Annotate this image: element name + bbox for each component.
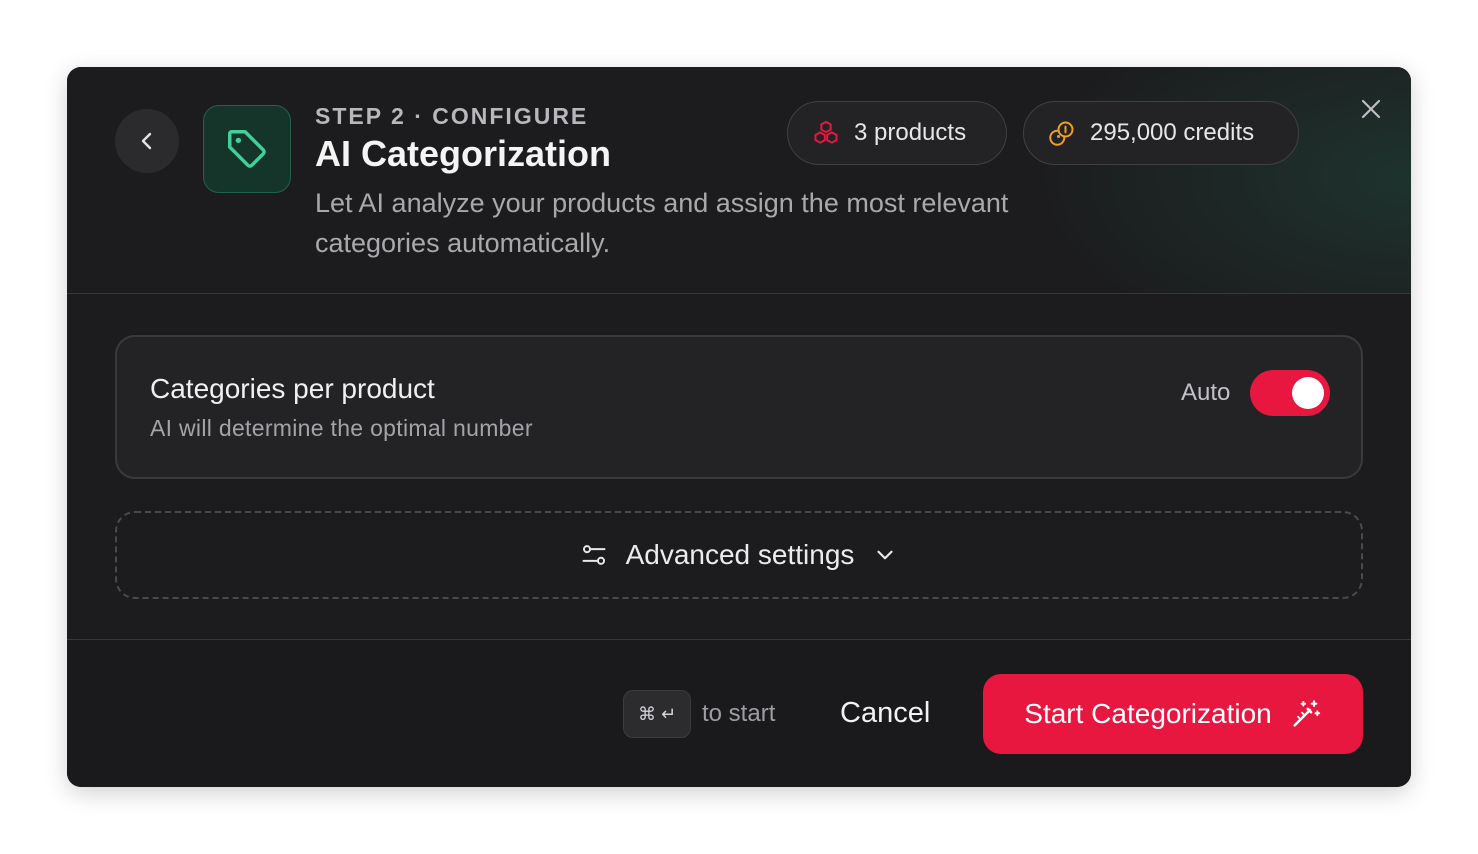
page-title: AI Categorization	[315, 133, 612, 174]
magic-wand-icon	[1293, 700, 1320, 727]
cancel-button[interactable]: Cancel	[840, 697, 930, 730]
shortcut-hint: to start	[702, 700, 776, 727]
advanced-settings-label: Advanced settings	[625, 539, 855, 570]
modal-body: Categories per product AI will determine…	[67, 295, 1411, 639]
chevron-left-icon	[141, 132, 152, 150]
close-button[interactable]	[1355, 93, 1387, 125]
sliders-icon	[582, 545, 606, 565]
tag-icon-container	[203, 105, 291, 193]
step-label: STEP 2 · CONFIGURE	[315, 103, 589, 129]
cubes-icon	[814, 120, 838, 144]
tag-icon	[228, 130, 266, 168]
coins-icon	[1049, 121, 1074, 146]
modal-header: STEP 2 · CONFIGURE AI Categorization Let…	[67, 67, 1411, 294]
products-count-text: 3 products	[854, 119, 967, 146]
keyboard-shortcut-badge: ⌘ ↵	[623, 690, 691, 738]
page-description: Let AI analyze your products and assign …	[315, 188, 1009, 258]
credits-text: 295,000 credits	[1090, 119, 1255, 146]
start-categorization-button[interactable]: Start Categorization	[983, 674, 1363, 754]
products-count-pill: 3 products	[787, 101, 1007, 165]
categories-per-product-card: Categories per product AI will determine…	[115, 335, 1363, 479]
advanced-settings-button[interactable]: Advanced settings	[115, 511, 1363, 599]
auto-toggle[interactable]	[1250, 370, 1330, 416]
auto-label: Auto	[1181, 379, 1231, 406]
categories-per-product-subtitle: AI will determine the optimal number	[150, 415, 533, 441]
ai-categorization-modal: STEP 2 · CONFIGURE AI Categorization Let…	[67, 67, 1411, 787]
modal-footer: ⌘ ↵ to start Cancel Start Categorization	[67, 639, 1411, 787]
back-button[interactable]	[115, 109, 179, 173]
categories-per-product-title: Categories per product	[150, 373, 435, 404]
chevron-down-icon	[877, 550, 893, 560]
toggle-knob	[1292, 377, 1324, 409]
credits-pill: 295,000 credits	[1023, 101, 1299, 165]
close-icon	[1361, 99, 1381, 119]
start-categorization-label: Start Categorization	[1024, 698, 1272, 729]
